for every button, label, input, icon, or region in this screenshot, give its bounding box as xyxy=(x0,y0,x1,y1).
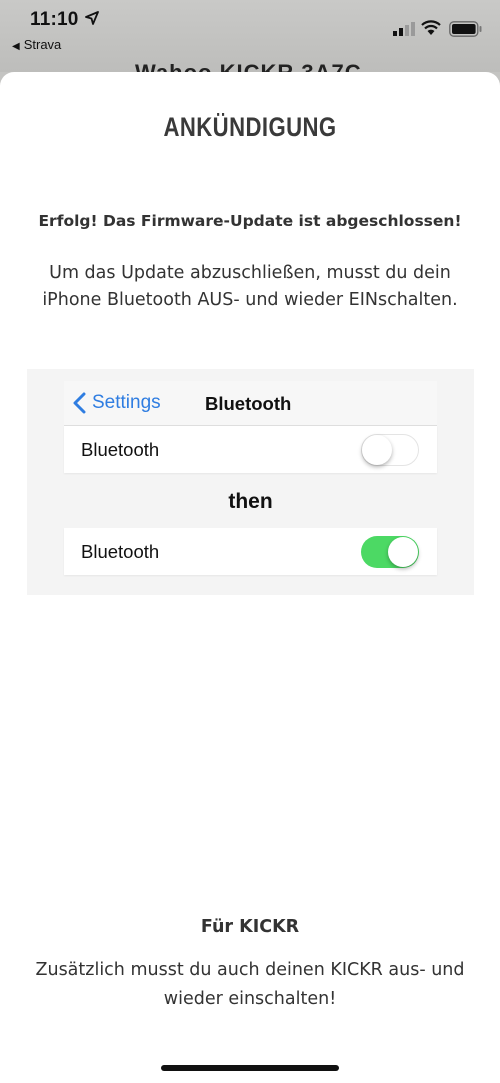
illustration-back-link: Settings xyxy=(72,392,161,414)
kickr-heading: Für KICKR xyxy=(200,917,300,937)
chevron-left-icon xyxy=(73,392,86,414)
illustration-row-label: Bluetooth xyxy=(81,439,160,460)
announcement-sheet: ANKÜNDIGUNG Erfolg! Das Firmware-Update … xyxy=(0,72,500,1083)
status-time: 11:10 xyxy=(30,9,79,30)
kickr-instruction: Zusätzlich musst du auch deinen KICKR au… xyxy=(35,960,465,1009)
cellular-signal-icon xyxy=(393,22,415,36)
toggle-knob xyxy=(388,537,418,567)
illustration-navbar: Settings Bluetooth xyxy=(64,381,437,426)
bluetooth-illustration: Settings Bluetooth Bluetooth then Blueto… xyxy=(27,369,474,595)
back-app-label: Strava xyxy=(23,37,62,52)
dialog-title: ANKÜNDIGUNG xyxy=(163,112,337,142)
illustration-row-off: Bluetooth xyxy=(64,426,437,473)
illustration-back-label: Settings xyxy=(92,392,161,413)
toggle-knob xyxy=(362,435,392,465)
home-indicator[interactable] xyxy=(161,1065,339,1071)
status-bar: 11:10 ◀Strava Wahoo KICKR 3A7C xyxy=(0,0,500,85)
toggle-off xyxy=(361,434,419,466)
back-to-app-button[interactable]: ◀ Strava xyxy=(12,37,61,52)
illustration-row-label: Bluetooth xyxy=(81,541,160,562)
instruction-text: Um das Update abzuschließen, musst du de… xyxy=(42,263,458,310)
illustration-nav-title: Bluetooth xyxy=(205,393,292,414)
back-triangle-icon: ◀ xyxy=(12,41,20,52)
success-message: Erfolg! Das Firmware-Update ist abgeschl… xyxy=(38,212,462,230)
then-label: then xyxy=(228,490,273,513)
illustration-row-on: Bluetooth xyxy=(64,528,437,575)
toggle-on xyxy=(361,536,419,568)
wifi-icon xyxy=(421,20,441,35)
location-arrow-icon xyxy=(85,11,99,25)
battery-icon xyxy=(449,21,482,37)
